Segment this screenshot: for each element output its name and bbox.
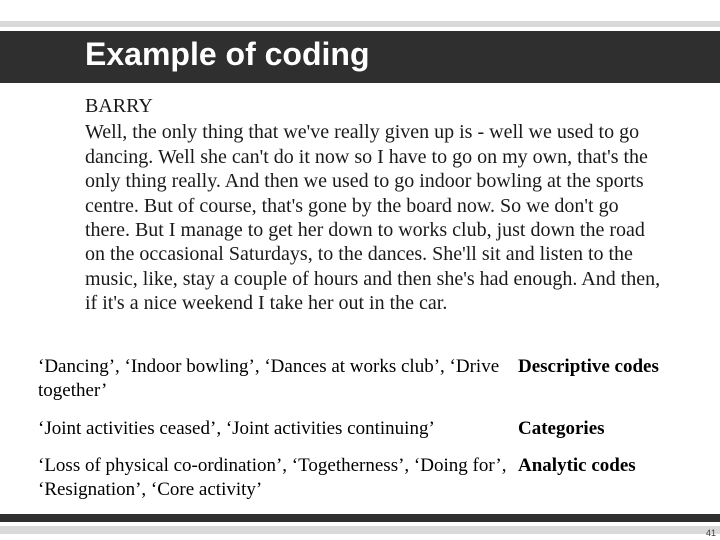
- speaker-name: BARRY: [85, 94, 665, 118]
- codes-list: ‘Dancing’, ‘Indoor bowling’, ‘Dances at …: [38, 355, 518, 403]
- table-row: ‘Dancing’, ‘Indoor bowling’, ‘Dances at …: [38, 355, 698, 403]
- page-number: 41: [706, 528, 716, 538]
- slide-title: Example of coding: [85, 36, 369, 73]
- body-text: BARRY Well, the only thing that we've re…: [85, 94, 665, 316]
- table-row: ‘Joint activities ceased’, ‘Joint activi…: [38, 417, 698, 441]
- codes-list: ‘Loss of physical co-ordination’, ‘Toget…: [38, 454, 518, 502]
- codes-list: ‘Joint activities ceased’, ‘Joint activi…: [38, 417, 518, 441]
- decor-bar-light-bottom: [0, 526, 720, 534]
- codes-table: ‘Dancing’, ‘Indoor bowling’, ‘Dances at …: [38, 355, 698, 516]
- codes-label: Categories: [518, 417, 698, 441]
- codes-label: Descriptive codes: [518, 355, 698, 379]
- decor-bar-dark-bottom: [0, 514, 720, 522]
- codes-label: Analytic codes: [518, 454, 698, 478]
- table-row: ‘Loss of physical co-ordination’, ‘Toget…: [38, 454, 698, 502]
- decor-bar-light-top: [0, 21, 720, 27]
- transcript-text: Well, the only thing that we've really g…: [85, 120, 665, 315]
- slide: Example of coding BARRY Well, the only t…: [0, 0, 720, 540]
